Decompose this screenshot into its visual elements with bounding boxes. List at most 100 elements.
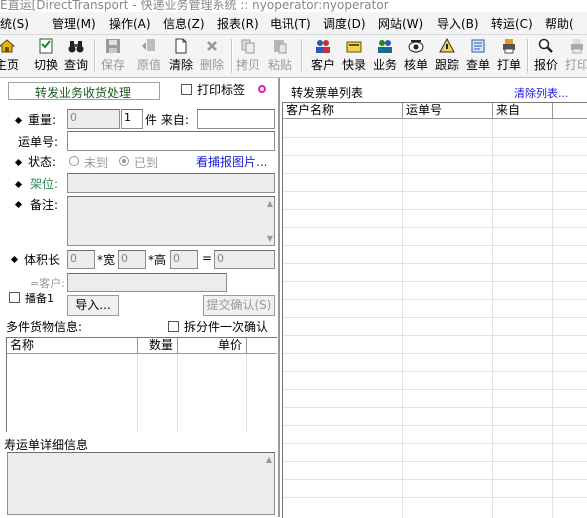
waybill-field[interactable] <box>67 131 275 151</box>
menu-operate[interactable]: 操作(A) <box>109 15 151 32</box>
delete-button[interactable]: 删除 <box>197 37 227 73</box>
menu-import[interactable]: 导入(B) <box>437 15 479 32</box>
grid-line <box>283 497 587 498</box>
width-field[interactable]: 0 <box>118 250 146 269</box>
customers-button[interactable]: 客户 <box>308 37 338 73</box>
print-icon <box>571 39 583 54</box>
print-label-checkbox[interactable] <box>181 84 192 95</box>
grid-line <box>283 281 587 282</box>
menu-report[interactable]: 报表(R) <box>217 15 259 32</box>
grid-line <box>492 119 493 518</box>
broadcast-label: 播备1 <box>25 292 54 305</box>
home-button[interactable]: 主页 <box>0 37 22 73</box>
grid-line <box>283 209 587 210</box>
menu-dispatch[interactable]: 调度(D) <box>323 15 366 32</box>
grid-line <box>246 354 247 432</box>
save-button[interactable]: 保存 <box>98 37 128 73</box>
col-waybill-no[interactable]: 运单号 <box>403 103 493 119</box>
volume-length-label: 体积长 <box>24 253 61 267</box>
weight-field[interactable]: 0 <box>67 109 120 129</box>
scroll-down-icon[interactable]: ▼ <box>267 234 273 243</box>
status-label: 状态: <box>28 155 57 169</box>
copy-icon <box>241 39 255 54</box>
menu-website[interactable]: 网站(W) <box>378 15 423 32</box>
menu-transfer[interactable]: 转运(C) <box>491 15 533 32</box>
print-order-button[interactable]: 打单 <box>494 37 524 73</box>
split-confirm-checkbox[interactable] <box>168 321 179 332</box>
from-field[interactable] <box>197 109 275 129</box>
remark-textarea[interactable]: ▲ ▼ <box>67 196 275 246</box>
home-icon <box>0 39 15 53</box>
status-not-arrived-radio[interactable] <box>69 156 79 166</box>
grid-line <box>283 317 587 318</box>
col-customer-name[interactable]: 客户名称 <box>283 103 403 119</box>
switch-icon <box>39 38 53 54</box>
grid-line <box>283 389 587 390</box>
quote-button[interactable]: 报价 <box>531 37 561 73</box>
business-icon <box>378 40 392 53</box>
grid-line <box>283 335 587 336</box>
verify-button[interactable]: 核单 <box>401 37 431 73</box>
clear-list-link[interactable]: 清除列表... <box>514 85 569 101</box>
menu-info[interactable]: 信息(Z) <box>163 15 205 32</box>
grid-line <box>283 461 587 462</box>
business-button[interactable]: 业务 <box>370 37 400 73</box>
menu-bar: 统(S) 管理(M) 操作(A) 信息(Z) 报表(R) 电讯(T) 调度(D)… <box>0 12 587 35</box>
goods-col-qty[interactable]: 数量 <box>138 338 178 354</box>
copy-button[interactable]: 拷贝 <box>233 37 263 73</box>
menu-help[interactable]: 帮助( <box>545 15 574 32</box>
status-not-arrived-label: 未到 <box>84 156 109 170</box>
col-from[interactable]: 来自 <box>493 103 553 119</box>
lookup-icon <box>471 39 485 53</box>
grid-line <box>283 263 587 264</box>
menu-system[interactable]: 统(S) <box>0 15 29 32</box>
import-button[interactable]: 导入... <box>67 295 119 316</box>
view-photo-link[interactable]: 看捕报图片... <box>196 153 267 170</box>
print-button[interactable]: 打印 <box>562 37 587 73</box>
customer-field[interactable] <box>67 273 227 292</box>
pieces-from-label: 件 来自: <box>145 113 189 127</box>
pieces-field[interactable]: 1 <box>121 109 143 129</box>
quick-entry-button[interactable]: 快录 <box>339 37 369 73</box>
height-field[interactable]: 0 <box>170 250 198 269</box>
track-icon <box>439 38 455 53</box>
undo-icon <box>142 39 155 51</box>
menu-manage[interactable]: 管理(M) <box>52 15 96 32</box>
original-value-button[interactable]: 原值 <box>134 37 164 73</box>
print-label-text: 打印标签 <box>197 83 246 97</box>
clear-button[interactable]: 清除 <box>166 37 196 73</box>
grid-line <box>283 407 587 408</box>
customers-icon <box>316 40 330 53</box>
volume-result-field[interactable]: 0 <box>214 250 275 269</box>
menu-telecom[interactable]: 电讯(T) <box>270 15 311 32</box>
lookup-button[interactable]: 查单 <box>463 37 493 73</box>
length-field[interactable]: 0 <box>67 250 95 269</box>
clear-icon <box>175 38 187 54</box>
col-extra[interactable] <box>553 103 587 119</box>
paste-button[interactable]: 粘贴 <box>265 37 295 73</box>
grid-line <box>402 119 403 518</box>
toolbar: 主页 切换 查询 保存 原值 清除 删除 拷贝 粘贴 客户 快录 业务 核单 跟… <box>0 35 587 78</box>
scroll-up-icon[interactable]: ▲ <box>267 199 273 208</box>
invoice-list-grid[interactable]: 客户名称 运单号 来自 <box>282 102 587 518</box>
grid-line <box>283 443 587 444</box>
broadcast-checkbox[interactable] <box>9 292 20 303</box>
grid-line <box>283 227 587 228</box>
submit-confirm-button[interactable]: 提交确认(S) <box>203 295 275 316</box>
goods-col-price[interactable]: 单价 <box>178 338 247 354</box>
waybill-detail-textarea[interactable]: ▲ <box>7 452 275 515</box>
scroll-up-icon[interactable]: ▲ <box>266 455 272 464</box>
save-icon <box>106 39 120 53</box>
customer-label: =客户: <box>30 277 65 290</box>
binoculars-icon <box>68 41 84 53</box>
status-arrived-radio[interactable] <box>119 156 129 166</box>
toolbar-separator <box>527 39 529 73</box>
track-button[interactable]: 跟踪 <box>432 37 462 73</box>
query-button[interactable]: 查询 <box>61 37 91 73</box>
remark-label: 备注: <box>30 198 59 212</box>
shelf-field[interactable] <box>67 173 275 193</box>
goods-grid[interactable]: 名称 数量 单价 <box>6 337 277 432</box>
grid-line <box>283 137 587 138</box>
goods-col-name[interactable]: 名称 <box>7 338 138 354</box>
switch-button[interactable]: 切换 <box>31 37 61 73</box>
